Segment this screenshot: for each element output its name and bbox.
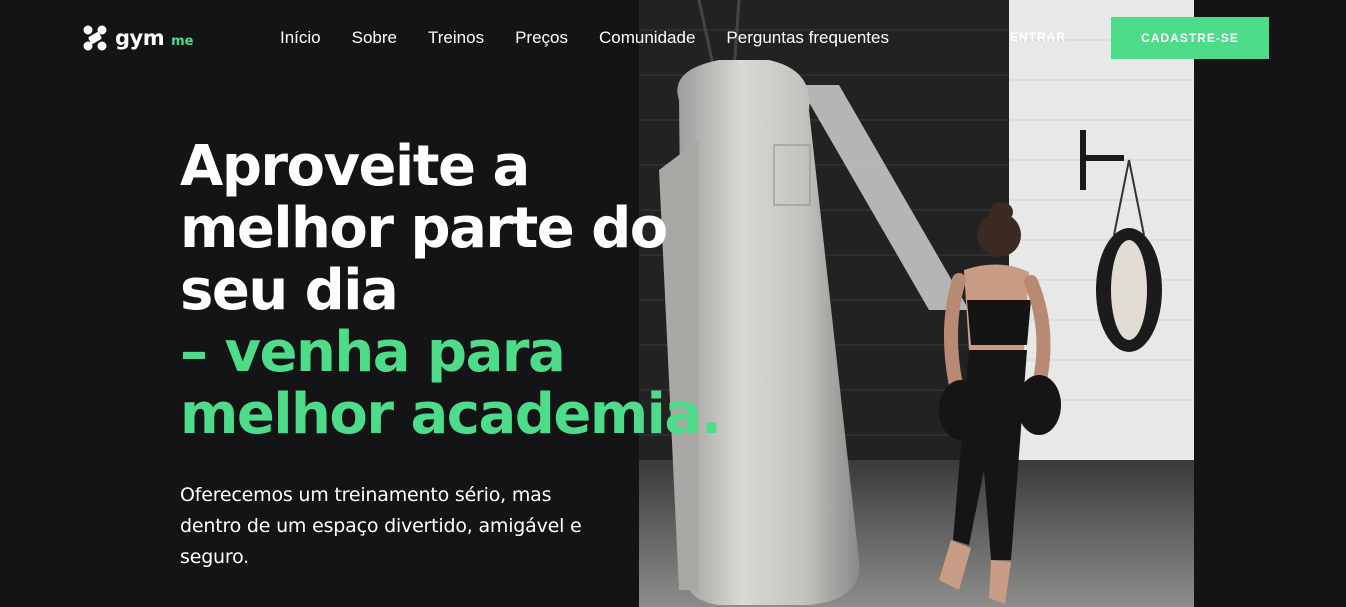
hero-headline: Aproveite a melhor parte do seu dia – ve… xyxy=(180,136,740,446)
nav-item-sobre[interactable]: Sobre xyxy=(352,28,397,48)
logo-name: gym xyxy=(115,26,165,50)
logo[interactable]: gym me xyxy=(81,22,193,54)
nav-item-inicio[interactable]: Início xyxy=(280,28,321,48)
headline-line: melhor parte do xyxy=(180,196,668,261)
login-link[interactable]: ENTRAR xyxy=(1010,30,1066,44)
site-header: gym me Início Sobre Treinos Preços Comuni… xyxy=(0,0,1346,76)
hero-subtitle: Oferecemos um treinamento sério, mas den… xyxy=(180,484,582,568)
nav-item-faq[interactable]: Perguntas frequentes xyxy=(726,28,889,48)
signup-button[interactable]: CADASTRE-SE xyxy=(1111,17,1269,59)
logo-icon xyxy=(83,25,107,51)
nav-item-comunidade[interactable]: Comunidade xyxy=(599,28,695,48)
nav-item-treinos[interactable]: Treinos xyxy=(428,28,484,48)
logo-suffix: me xyxy=(171,33,194,49)
nav-item-precos[interactable]: Preços xyxy=(515,28,568,48)
headline-line: Aproveite a xyxy=(180,134,530,199)
headline-highlight: melhor academia. xyxy=(180,382,722,447)
headline-line: seu dia xyxy=(180,258,399,323)
main-nav: Início Sobre Treinos Preços Comunidade P… xyxy=(280,28,889,48)
headline-highlight: – venha para xyxy=(180,320,566,385)
